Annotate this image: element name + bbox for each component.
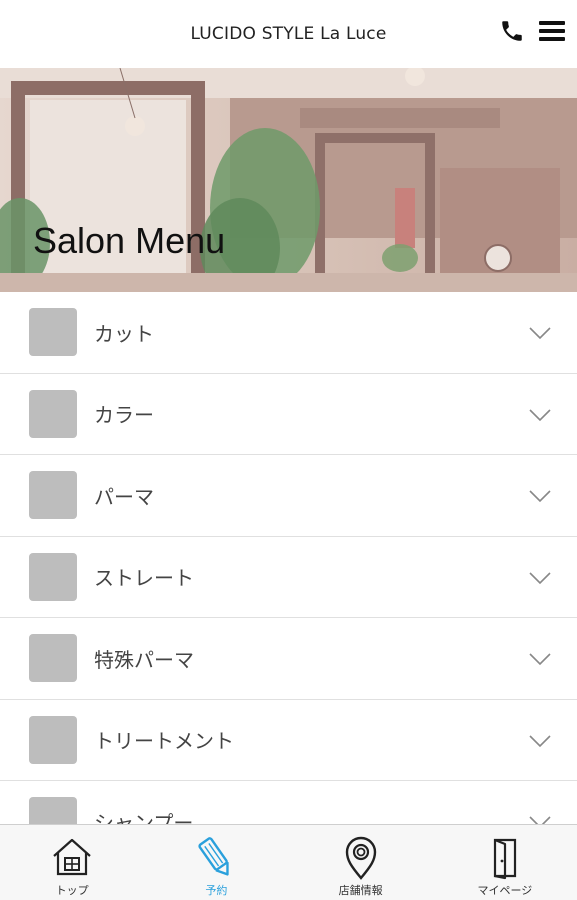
- chevron-down-icon: [529, 327, 551, 340]
- menu-thumbnail: [29, 471, 77, 520]
- menu-thumbnail: [29, 552, 77, 601]
- menu-item-label: パーマ: [94, 484, 154, 509]
- app-header: LUCIDO STYLE La Luce: [0, 0, 577, 68]
- salon-menu-list: カット カラー パーマ ストレート 特殊パーマ トリートメント シャンプー: [0, 292, 577, 863]
- menu-thumbnail: [29, 308, 77, 357]
- menu-item-label: ストレート: [94, 566, 194, 591]
- menu-item-special-perm[interactable]: 特殊パーマ: [0, 618, 577, 700]
- nav-label: 予約: [205, 884, 228, 897]
- menu-item-color[interactable]: カラー: [0, 373, 577, 455]
- menu-item-label: カラー: [94, 403, 154, 428]
- menu-item-cut[interactable]: カット: [0, 292, 577, 374]
- chevron-down-icon: [529, 490, 551, 503]
- header-actions: [497, 16, 567, 46]
- nav-item-store-info[interactable]: 店舗情報: [289, 825, 433, 900]
- menu-item-label: トリートメント: [94, 729, 234, 754]
- nav-item-mypage[interactable]: マイページ: [433, 825, 577, 900]
- menu-item-label: 特殊パーマ: [94, 647, 194, 672]
- phone-icon[interactable]: [497, 16, 527, 46]
- nav-item-top[interactable]: トップ: [0, 825, 144, 900]
- bottom-navigation: トップ 予約 店舗情報 マイページ: [0, 824, 577, 900]
- hero-banner: Salon Menu: [0, 68, 577, 292]
- chevron-down-icon: [529, 734, 551, 747]
- menu-thumbnail: [29, 389, 77, 438]
- menu-item-perm[interactable]: パーマ: [0, 455, 577, 537]
- nav-label: 店舗情報: [338, 884, 383, 897]
- menu-item-straight[interactable]: ストレート: [0, 536, 577, 618]
- menu-item-treatment[interactable]: トリートメント: [0, 699, 577, 781]
- page-title: Salon Menu: [33, 220, 226, 261]
- map-pin-icon: [345, 836, 376, 880]
- nav-label: マイページ: [477, 884, 533, 897]
- menu-thumbnail: [29, 715, 77, 764]
- chevron-down-icon: [529, 653, 551, 666]
- menu-item-label: カット: [94, 321, 154, 346]
- app-title: LUCIDO STYLE La Luce: [190, 24, 387, 44]
- hamburger-menu-icon[interactable]: [537, 16, 567, 46]
- home-icon: [53, 838, 91, 876]
- door-icon: [493, 838, 516, 880]
- chevron-down-icon: [529, 571, 551, 584]
- menu-thumbnail: [29, 634, 77, 683]
- pencil-icon: [198, 837, 230, 876]
- chevron-down-icon: [529, 408, 551, 421]
- nav-label: トップ: [55, 884, 89, 897]
- nav-item-reservation[interactable]: 予約: [144, 825, 288, 900]
